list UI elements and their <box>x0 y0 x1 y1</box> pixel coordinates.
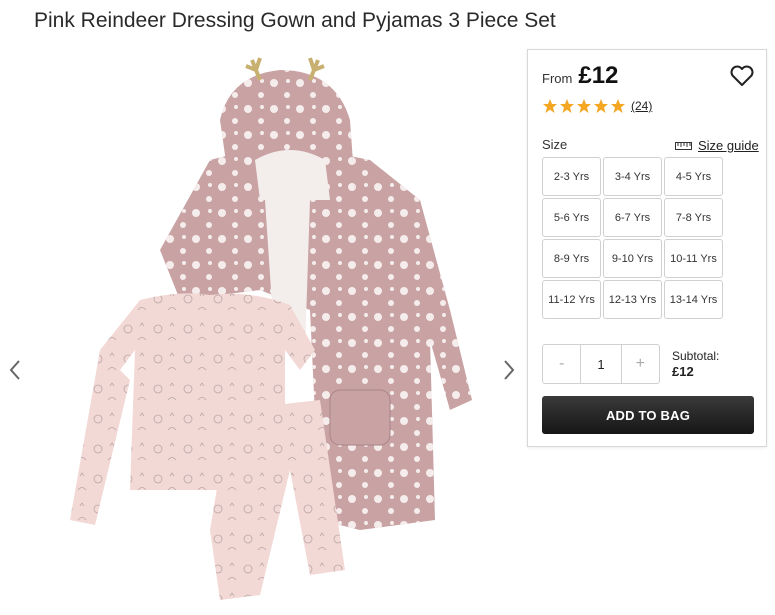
purchase-panel: From £12 (24) Size Size guide 2-3 Yrs 3-… <box>527 49 767 447</box>
size-option[interactable]: 7-8 Yrs <box>664 198 723 237</box>
size-options: 2-3 Yrs 3-4 Yrs 4-5 Yrs 5-6 Yrs 6-7 Yrs … <box>542 157 723 319</box>
star-icon <box>594 99 608 113</box>
add-to-bag-button[interactable]: ADD TO BAG <box>542 396 754 434</box>
size-option[interactable]: 4-5 Yrs <box>664 157 723 196</box>
chevron-left-icon <box>9 360 20 380</box>
product-title: Pink Reindeer Dressing Gown and Pyjamas … <box>34 9 556 32</box>
rating-row: (24) <box>542 98 652 114</box>
size-option[interactable]: 6-7 Yrs <box>603 198 662 237</box>
star-icon <box>611 99 625 113</box>
subtotal: Subtotal: £12 <box>672 348 719 380</box>
size-label: Size <box>542 137 568 152</box>
size-option[interactable]: 13-14 Yrs <box>664 280 723 319</box>
quantity-increase-button[interactable]: + <box>622 345 659 383</box>
star-icon <box>577 99 591 113</box>
price-from-label: From <box>542 71 573 86</box>
size-guide-link[interactable]: Size guide <box>675 138 759 153</box>
quantity-stepper: - 1 + <box>542 344 660 384</box>
size-option[interactable]: 9-10 Yrs <box>603 239 662 278</box>
subtotal-label: Subtotal: <box>672 349 720 363</box>
reviews-link[interactable]: (24) <box>631 99 652 113</box>
size-guide-label: Size guide <box>698 138 759 153</box>
product-image <box>70 57 472 600</box>
gallery-prev-button[interactable] <box>3 355 27 385</box>
ruler-icon <box>675 141 692 150</box>
price-row: From £12 <box>542 62 618 90</box>
size-option[interactable]: 8-9 Yrs <box>542 239 601 278</box>
star-icon <box>543 99 557 113</box>
product-gallery <box>0 50 525 615</box>
star-icon <box>560 99 574 113</box>
size-option[interactable]: 2-3 Yrs <box>542 157 601 196</box>
quantity-input[interactable]: 1 <box>580 345 622 383</box>
star-rating <box>542 98 626 114</box>
subtotal-amount: £12 <box>672 364 694 379</box>
heart-outline-icon <box>730 65 754 86</box>
quantity-decrease-button[interactable]: - <box>543 345 580 383</box>
size-option[interactable]: 3-4 Yrs <box>603 157 662 196</box>
size-option[interactable]: 5-6 Yrs <box>542 198 601 237</box>
size-option[interactable]: 10-11 Yrs <box>664 239 723 278</box>
price-value: £12 <box>578 62 619 89</box>
wishlist-button[interactable] <box>729 64 755 88</box>
gallery-next-button[interactable] <box>497 355 521 385</box>
chevron-right-icon <box>504 360 515 380</box>
size-option[interactable]: 11-12 Yrs <box>542 280 601 319</box>
size-option[interactable]: 12-13 Yrs <box>603 280 662 319</box>
